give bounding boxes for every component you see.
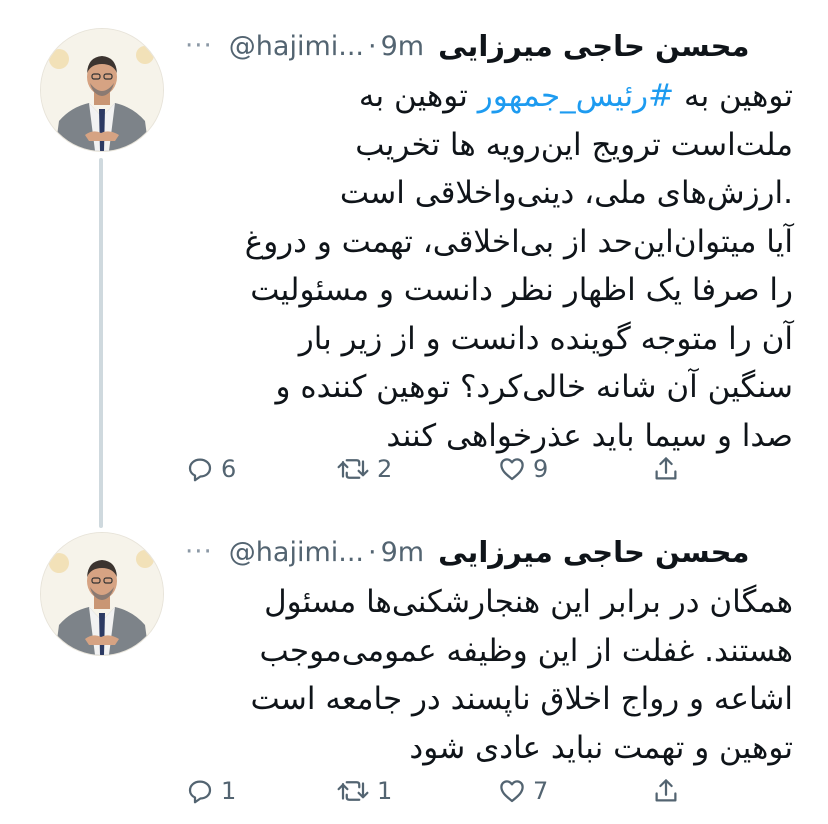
share-button[interactable]	[651, 776, 681, 806]
reply-icon	[188, 458, 212, 482]
retweet-icon	[337, 781, 369, 801]
tweet-line: آیا میتوان‌این‌حد از بی‌اخلاقی، تهمت و د…	[244, 223, 793, 260]
retweet-icon	[337, 459, 369, 479]
tweet-actions: 6 2 9	[185, 454, 705, 494]
timestamp[interactable]: 9m	[381, 537, 424, 568]
display-name[interactable]: محسن حاجی میرزایی	[438, 535, 749, 569]
tweet-line: توهین به #رئیس_جمهور توهین به	[185, 72, 793, 121]
like-count: 7	[533, 777, 549, 805]
tweet-line: ملت‌است ترویج این‌رویه ها تخریب	[355, 126, 793, 163]
separator-dot: ·	[368, 30, 377, 62]
heart-icon	[500, 458, 524, 481]
handle[interactable]: @hajimi...	[229, 31, 364, 62]
tweet-line: سنگین آن شانه خالی‌کرد؟ توهین کننده و	[275, 369, 793, 405]
tweet-line: همگان در برابر این هنجارشکنی‌ها مسئول	[264, 584, 793, 620]
display-name[interactable]: محسن حاجی میرزایی	[438, 29, 749, 63]
text-segment: توهین به	[358, 78, 478, 114]
heart-icon	[500, 780, 524, 803]
reply-button[interactable]: 6	[185, 454, 236, 484]
avatar[interactable]	[40, 28, 164, 152]
retweet-button[interactable]: 2	[335, 454, 392, 484]
tweet-actions: 1 1 7	[185, 776, 705, 816]
like-button[interactable]: 9	[497, 454, 548, 484]
tweet-header: ··· @hajimi... · 9m محسن حاجی میرزایی	[185, 530, 788, 574]
tweet-line: صدا و سیما باید عذرخواهی کنند	[386, 417, 793, 454]
tweet-1[interactable]: ··· @hajimi... · 9m محسن حاجی میرزایی توهی…	[0, 0, 828, 528]
retweet-count: 2	[377, 455, 393, 483]
tweet-line: توهین و تهمت نباید عادی شود	[409, 729, 793, 766]
tweet-line: هستند. غفلت از این وظیفه عمومی‌موجب	[259, 632, 793, 669]
tweet-meta: @hajimi... · 9m	[229, 31, 424, 62]
retweet-button[interactable]: 1	[335, 776, 392, 806]
share-button[interactable]	[651, 454, 681, 484]
reply-button[interactable]: 1	[185, 776, 236, 806]
reply-count: 6	[221, 455, 237, 483]
timestamp[interactable]: 9m	[381, 31, 424, 62]
tweet-line: را صرفا یک اظهار نظر دانست و مسئولیت	[250, 272, 793, 308]
tweet-text: همگان در برابر این هنجارشکنی‌ها مسئول هس…	[185, 578, 793, 772]
tweet-header: ··· @hajimi... · 9m محسن حاجی میرزایی	[185, 24, 788, 68]
like-button[interactable]: 7	[497, 776, 548, 806]
tweet-line: .ارزش‌های ملی، دینی‌واخلاقی است	[339, 175, 793, 211]
hashtag-link[interactable]: #رئیس_جمهور	[478, 78, 674, 114]
handle[interactable]: @hajimi...	[229, 537, 364, 568]
retweet-count: 1	[377, 777, 393, 805]
tweet-2[interactable]: ··· @hajimi... · 9m محسن حاجی میرزایی همگا…	[0, 520, 828, 824]
thread-connector	[99, 158, 103, 528]
profile-photo	[41, 29, 163, 151]
avatar[interactable]	[40, 532, 164, 656]
more-icon[interactable]: ···	[185, 539, 213, 565]
tweet-line: آن را متوجه گوینده دانست و از زیر بار	[298, 320, 793, 357]
more-icon[interactable]: ···	[185, 33, 213, 59]
reply-icon	[188, 780, 212, 804]
tweet-line: اشاعه و رواج اخلاق ناپسند در جامعه است	[250, 681, 793, 717]
share-icon	[655, 457, 677, 480]
text-segment: توهین به	[674, 78, 793, 114]
profile-photo	[41, 533, 163, 655]
reply-count: 1	[221, 777, 237, 805]
like-count: 9	[533, 455, 549, 483]
tweet-meta: @hajimi... · 9m	[229, 537, 424, 568]
separator-dot: ·	[368, 536, 377, 568]
tweet-text: توهین به #رئیس_جمهور توهین به ملت‌است تر…	[185, 72, 793, 460]
share-icon	[655, 779, 677, 802]
